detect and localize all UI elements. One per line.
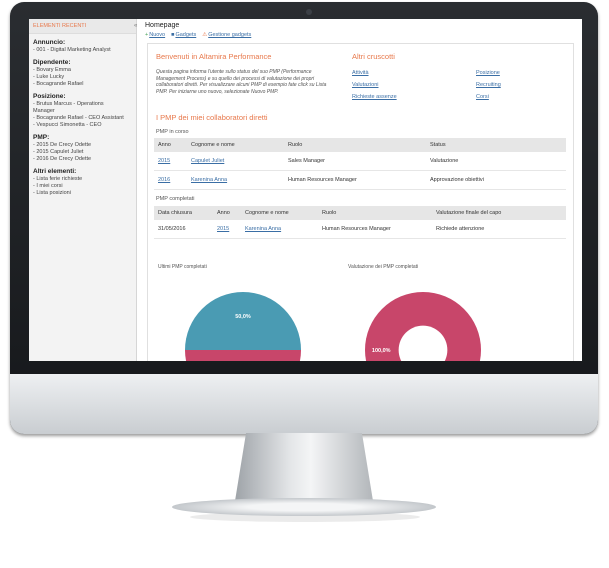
link-valutazioni[interactable]: Valutazioni (352, 82, 379, 88)
sidebar-item[interactable]: - 2015 De Crecy Odette (33, 142, 132, 149)
col-ruolo: Ruolo (288, 142, 303, 148)
sidebar-section-title: Annuncio: (33, 39, 66, 46)
section-title: I PMP dei miei collaboratori diretti (156, 113, 268, 122)
row-status: Valutazione (430, 158, 459, 164)
link-posizione[interactable]: Posizione (476, 70, 500, 76)
sidebar-item[interactable]: - Bocagrande Rafael (33, 81, 132, 88)
sidebar-item[interactable]: - 2016 De Crecy Odette (33, 156, 132, 163)
sidebar-section: Dipendente: - Bovary Emma - Luke Lucky - Bo… (29, 54, 136, 88)
pmp-completed-table: Data chiusura Anno Cognome e nome Ruolo … (154, 206, 566, 239)
col-data-chiusura: Data chiusura (158, 210, 192, 216)
col-valutazione-finale: Valutazione finale del capo (436, 210, 502, 216)
chart-slice[interactable] (185, 350, 301, 361)
slice-label: 50,0% (235, 314, 251, 320)
sidebar-item[interactable]: - Luke Lucky (33, 74, 132, 81)
toolbar: +Nuovo ■Gadgets ⚠Gestione gadgets (145, 32, 257, 38)
sidebar-item[interactable]: - I miei corsi (33, 183, 132, 190)
pmp-in-progress-label: PMP in corso (156, 129, 189, 135)
pmp-completed-label: PMP completati (156, 196, 195, 202)
sidebar-item[interactable]: Manager (33, 108, 132, 115)
sidebar-header: ELEMENTI RECENTI (29, 19, 136, 34)
table-header: Anno Cognome e nome Ruolo Status (154, 138, 566, 152)
slice-label: 100,0% (372, 348, 391, 354)
row-name-link[interactable]: Capulet Juliet (191, 152, 224, 170)
table-row: 31/05/2016 2015 Karenina Anna Human Reso… (154, 220, 566, 239)
row-name-link[interactable]: Karenina Anna (245, 220, 281, 238)
camera-dot (306, 9, 312, 15)
sidebar-section: Annuncio: - 001 - Digital Marketing Analy… (29, 34, 136, 54)
welcome-text: Questa pagina informa l'utente sullo sta… (156, 69, 327, 95)
sidebar: ELEMENTI RECENTI « Annuncio: - 001 - Digi… (29, 19, 137, 361)
link-recruiting[interactable]: Recruiting (476, 82, 501, 88)
toolbar-button-label: Gestione gadgets (208, 32, 252, 38)
col-anno: Anno (158, 142, 171, 148)
plus-icon: + (145, 32, 149, 38)
sidebar-item[interactable]: - Lista posizioni (33, 190, 132, 197)
monitor-chin (10, 374, 598, 434)
sidebar-section-title: Dipendente: (33, 59, 71, 66)
col-anno: Anno (217, 210, 230, 216)
chart-slice[interactable] (185, 292, 301, 350)
sidebar-item[interactable]: - 2015 Capulet Juliet (33, 149, 132, 156)
toolbar-button-gestione-gadgets[interactable]: ⚠Gestione gadgets (202, 32, 251, 38)
link-corsi[interactable]: Corsi (476, 94, 489, 100)
toolbar-button-nuovo[interactable]: +Nuovo (145, 32, 165, 38)
app-screen: ELEMENTI RECENTI « Annuncio: - 001 - Digi… (29, 19, 582, 361)
layout-icon: ⚠ (202, 32, 208, 38)
sidebar-item[interactable]: - Bocagrande Rafael - CEO Assistant (33, 115, 132, 122)
sidebar-item[interactable]: - Brutus Marcus - Operations (33, 101, 132, 108)
toolbar-button-label: Gadgets (175, 32, 197, 38)
sidebar-section: PMP: - 2015 De Crecy Odette - 2015 Capulet… (29, 129, 136, 163)
row-close-date: 31/05/2016 (158, 226, 186, 232)
sidebar-item[interactable]: - Lista ferie richieste (33, 176, 132, 183)
row-final-evaluation: Richiede attenzione (436, 226, 485, 232)
row-year-link[interactable]: 2016 (158, 171, 170, 189)
table-row: 2015 Capulet Juliet Sales Manager Valuta… (154, 152, 566, 171)
dashboard-panel: Benvenuti in Altamira Performance Questa… (147, 43, 574, 361)
sidebar-section-title: PMP: (33, 134, 50, 141)
toolbar-button-gadgets[interactable]: ■Gadgets (171, 32, 196, 38)
pie-chart-last-pmp: 50,0%50,0% (185, 292, 301, 361)
col-cognome-nome: Cognome e nome (245, 210, 289, 216)
row-status: Approvazione obiettivi (430, 177, 484, 183)
sidebar-section: Altri elementi: - Lista ferie richieste - … (29, 163, 136, 197)
sidebar-item[interactable]: - 001 - Digital Marketing Analyst (33, 47, 132, 54)
table-row: 2016 Karenina Anna Human Resources Manag… (154, 171, 566, 190)
sidebar-item[interactable]: - Bovary Emma (33, 67, 132, 74)
row-name-link[interactable]: Karenina Anna (191, 171, 227, 189)
col-status: Status (430, 142, 446, 148)
table-header: Data chiusura Anno Cognome e nome Ruolo … (154, 206, 566, 220)
link-richieste-assenze[interactable]: Richieste assenze (352, 94, 397, 100)
monitor-stand-base (172, 498, 436, 516)
row-role: Sales Manager (288, 158, 325, 164)
pmp-in-progress-table: Anno Cognome e nome Ruolo Status 2015 Ca… (154, 138, 566, 190)
row-year-link[interactable]: 2015 (217, 220, 229, 238)
gadget-icon: ■ (171, 32, 175, 38)
sidebar-item[interactable]: - Vespucci Simonetta - CEO (33, 122, 132, 129)
row-year-link[interactable]: 2015 (158, 152, 170, 170)
sidebar-section-title: Posizione: (33, 93, 66, 100)
link-attivita[interactable]: Attività (352, 70, 369, 76)
welcome-title: Benvenuti in Altamira Performance (156, 52, 272, 61)
col-ruolo: Ruolo (322, 210, 337, 216)
breadcrumb[interactable]: Homepage (145, 22, 179, 29)
donut-chart-evaluation: 100,0% (365, 292, 481, 361)
sidebar-section: Posizione: - Brutus Marcus - Operations M… (29, 88, 136, 129)
sidebar-sections: Annuncio: - 001 - Digital Marketing Analy… (29, 34, 136, 197)
main-area: Homepage +Nuovo ■Gadgets ⚠Gestione gadgets… (139, 19, 582, 361)
sidebar-section-title: Altri elementi: (33, 168, 77, 175)
monitor-stand-neck (235, 433, 373, 501)
row-role: Human Resources Manager (288, 177, 357, 183)
other-dashboards-title: Altri cruscotti (352, 52, 395, 61)
row-role: Human Resources Manager (322, 226, 391, 232)
toolbar-button-label: Nuovo (149, 32, 166, 38)
col-cognome-nome: Cognome e nome (191, 142, 235, 148)
